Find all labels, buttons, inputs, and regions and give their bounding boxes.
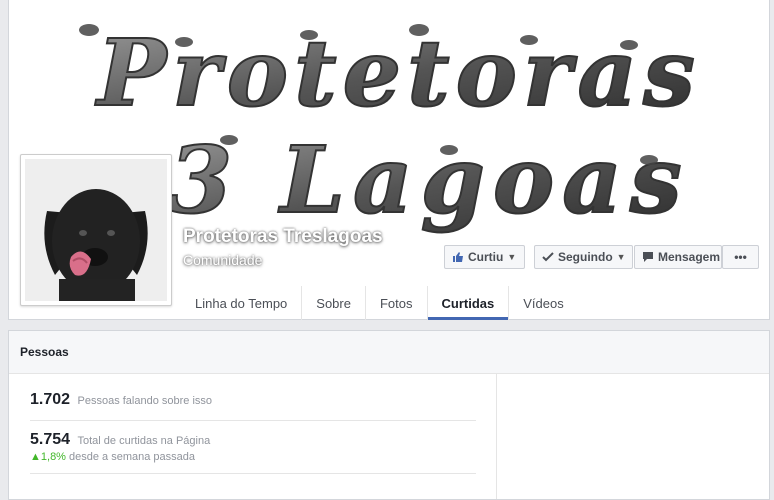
- growth-value: 1,8%: [40, 451, 66, 463]
- up-arrow-icon: ▲: [30, 451, 41, 463]
- stats-divider: [30, 420, 476, 421]
- thumbs-up-icon: [452, 251, 464, 263]
- message-icon: [642, 251, 654, 263]
- checkmark-icon: [542, 251, 554, 263]
- tab-likes[interactable]: Curtidas: [427, 286, 510, 320]
- page-name[interactable]: Protetoras Treslagoas: [183, 226, 383, 248]
- page-header-card: Protetoras 3 Lagoas Protetoras Treslagoa…: [8, 0, 770, 320]
- likes-count: 5.754: [30, 431, 71, 448]
- tab-photos[interactable]: Fotos: [366, 286, 428, 320]
- talking-count: 1.702: [30, 391, 71, 408]
- message-button[interactable]: Mensagem: [634, 245, 722, 269]
- more-options-icon: •••: [734, 250, 747, 264]
- page-category[interactable]: Comunidade: [183, 252, 262, 268]
- growth-label: desde a semana passada: [69, 451, 196, 463]
- cover-title-line1: Protetoras: [94, 19, 701, 127]
- chevron-down-icon: ▼: [616, 252, 626, 262]
- stats-divider: [30, 473, 476, 474]
- growth-line: ▲1,8% desde a semana passada: [30, 451, 476, 463]
- tab-videos[interactable]: Vídeos: [509, 286, 577, 320]
- following-button-label: Seguindo: [558, 250, 613, 264]
- people-panel: Pessoas 1.702 Pessoas falando sobre isso…: [8, 330, 770, 500]
- cover-title-line2: 3 Lagoas: [168, 126, 689, 234]
- more-options-button[interactable]: •••: [722, 245, 759, 269]
- people-stats-column: 1.702 Pessoas falando sobre isso 5.754 T…: [9, 373, 497, 499]
- following-button[interactable]: Seguindo ▼: [534, 245, 633, 269]
- profile-photo-dog: [25, 159, 167, 301]
- like-button[interactable]: Curtiu ▼: [444, 245, 525, 269]
- message-button-label: Mensagem: [658, 250, 721, 264]
- talking-label[interactable]: Pessoas falando sobre isso: [78, 395, 213, 407]
- total-likes-stat: 5.754 Total de curtidas na Página ▲1,8% …: [30, 431, 476, 463]
- tab-timeline[interactable]: Linha do Tempo: [181, 286, 303, 320]
- people-heading: Pessoas: [9, 331, 769, 374]
- page-tabs: Linha do Tempo Sobre Fotos Curtidas Víde…: [181, 286, 578, 320]
- profile-picture[interactable]: [20, 154, 172, 306]
- like-button-label: Curtiu: [468, 250, 504, 264]
- tab-about[interactable]: Sobre: [302, 286, 366, 320]
- talking-about-stat: 1.702 Pessoas falando sobre isso: [30, 391, 476, 409]
- chevron-down-icon: ▼: [507, 252, 517, 262]
- likes-label: Total de curtidas na Página: [77, 435, 211, 447]
